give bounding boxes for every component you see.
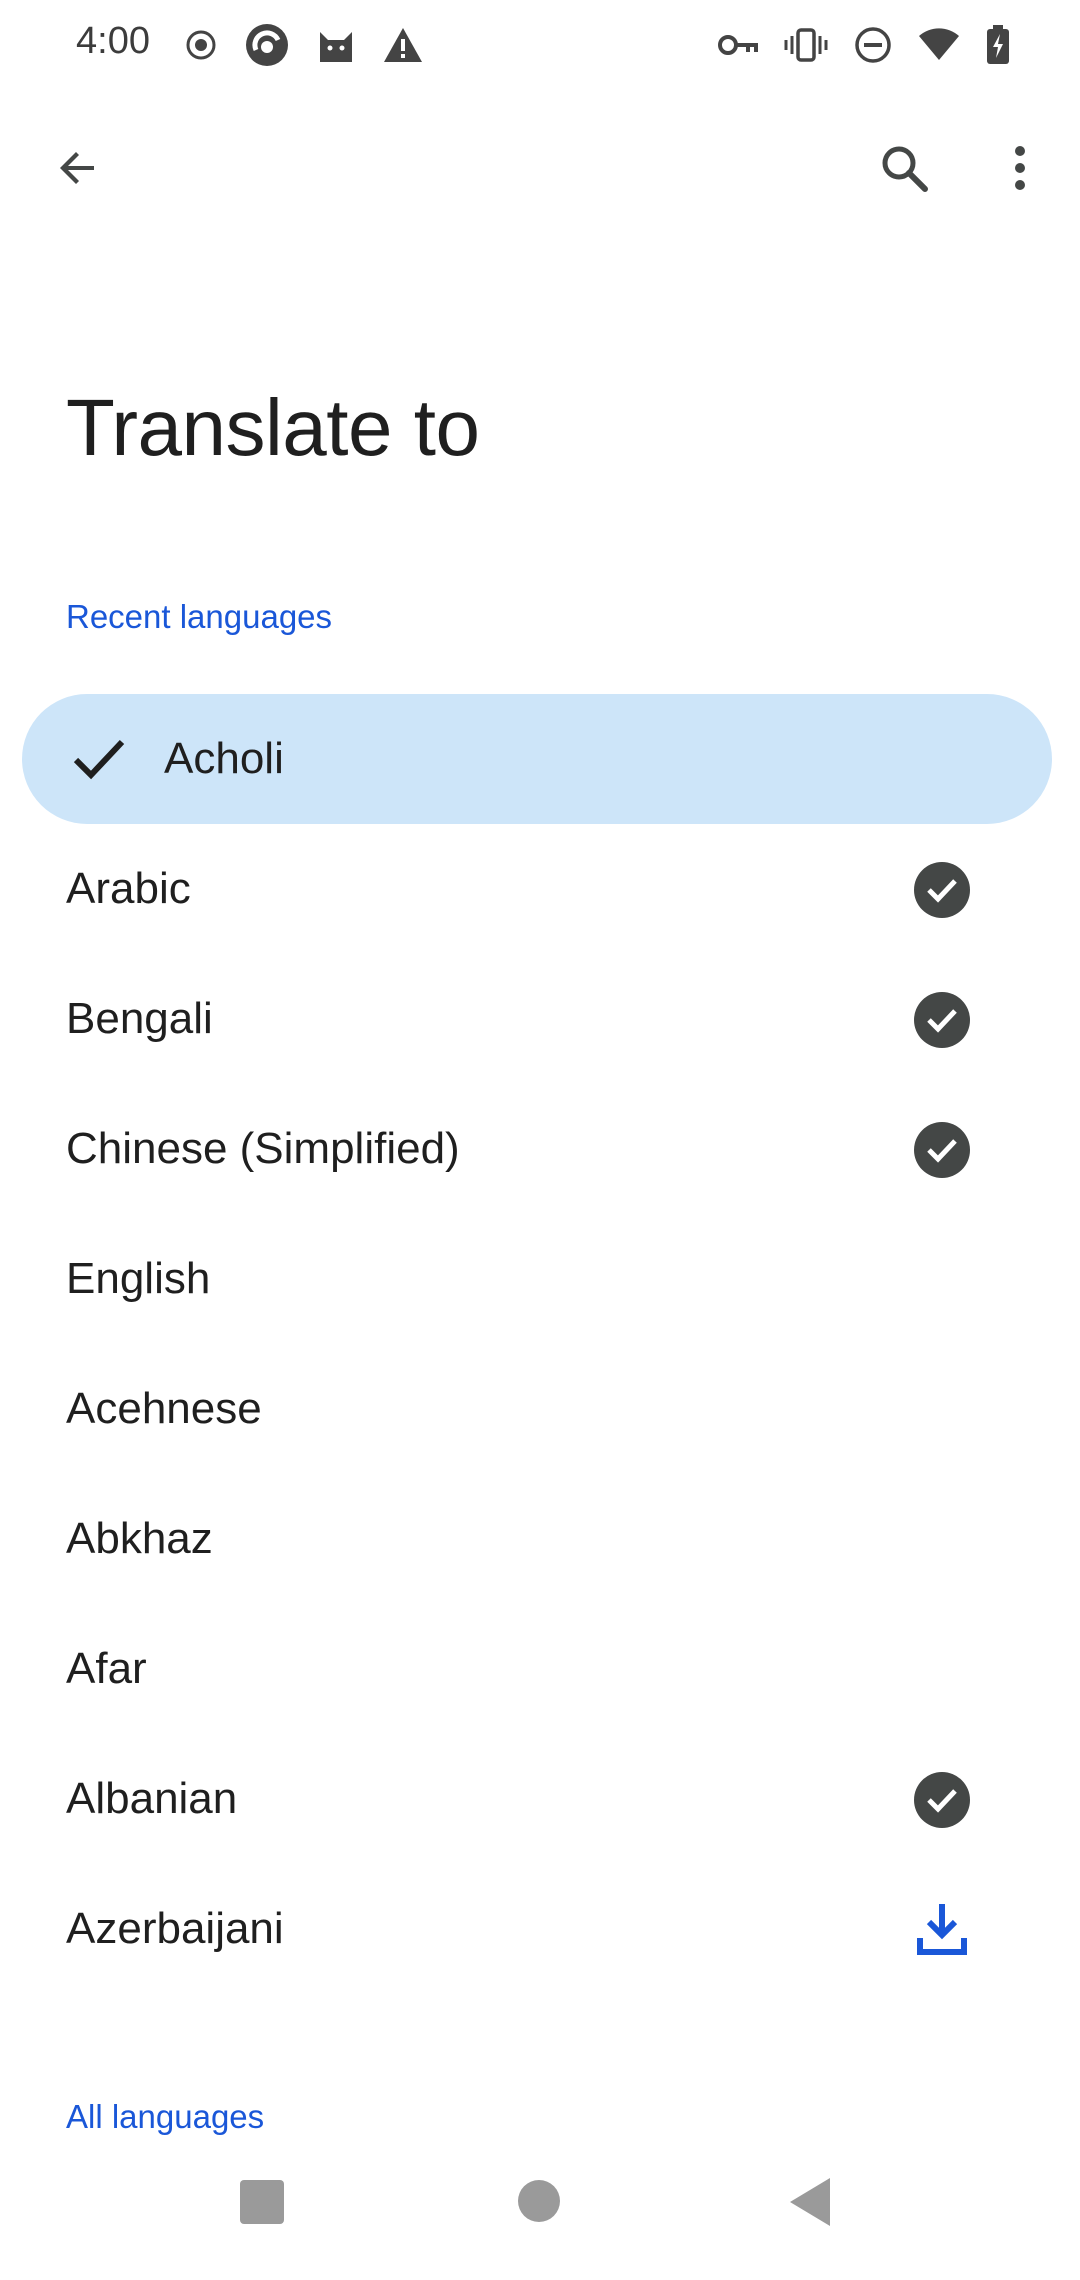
download-icon	[914, 1904, 970, 1962]
language-label: Azerbaijani	[66, 1904, 284, 1953]
cat-icon	[316, 26, 356, 64]
app-icon	[244, 22, 290, 68]
home-circle-icon[interactable]	[518, 2180, 560, 2222]
section-label-recent: Recent languages	[66, 598, 333, 635]
download-button[interactable]	[914, 1900, 970, 1958]
downloaded-check-icon	[914, 992, 970, 1048]
recents-square-icon[interactable]	[240, 2180, 284, 2224]
back-triangle-icon[interactable]	[790, 2178, 830, 2226]
language-label: Afar	[66, 1644, 147, 1693]
language-row-english[interactable]: English	[0, 1214, 1080, 1344]
language-row-afar[interactable]: Afar	[0, 1604, 1080, 1734]
check-icon	[72, 734, 126, 784]
language-label: English	[66, 1254, 211, 1303]
language-label: Acehnese	[66, 1384, 262, 1433]
arrow-back-icon	[54, 144, 102, 197]
language-row-bengali[interactable]: Bengali	[0, 954, 1080, 1084]
status-time: 4:00	[76, 20, 150, 62]
downloaded-check-icon	[914, 862, 970, 918]
language-label: Acholi	[164, 734, 284, 783]
section-label-all: All languages	[66, 2098, 265, 2135]
status-left-icons	[184, 22, 424, 68]
status-bar: 4:00	[0, 0, 1080, 90]
language-label: Bengali	[66, 994, 213, 1043]
downloaded-check-icon	[914, 1122, 970, 1178]
language-label: Albanian	[66, 1774, 238, 1823]
dnd-icon	[854, 26, 892, 64]
language-row-acehnese[interactable]: Acehnese	[0, 1344, 1080, 1474]
vpn-key-icon	[718, 32, 758, 58]
page-title: Translate to	[66, 383, 480, 472]
search-button[interactable]	[856, 122, 952, 218]
language-label: Chinese (Simplified)	[66, 1124, 460, 1173]
wifi-icon	[918, 28, 960, 62]
search-icon	[878, 142, 930, 199]
language-row-chinese-simplified[interactable]: Chinese (Simplified)	[0, 1084, 1080, 1214]
language-row-albanian[interactable]: Albanian	[0, 1734, 1080, 1864]
back-button[interactable]	[30, 122, 126, 218]
language-row-arabic[interactable]: Arabic	[0, 824, 1080, 954]
language-list: Acholi Arabic Bengali Chinese (Simplifie…	[0, 694, 1080, 1994]
system-nav-bar	[0, 2150, 1080, 2280]
more-options-button[interactable]	[972, 122, 1068, 218]
warning-icon	[382, 26, 424, 64]
top-app-bar	[0, 110, 1080, 230]
vibrate-icon	[784, 27, 828, 63]
language-row-abkhaz[interactable]: Abkhaz	[0, 1474, 1080, 1604]
downloaded-check-icon	[914, 1772, 970, 1828]
status-right-icons	[718, 22, 1010, 68]
more-vert-icon	[1012, 144, 1028, 197]
language-row-acholi[interactable]: Acholi	[0, 694, 1080, 824]
record-icon	[184, 28, 218, 62]
language-label: Abkhaz	[66, 1514, 213, 1563]
language-label: Arabic	[66, 864, 191, 913]
language-row-azerbaijani[interactable]: Azerbaijani	[0, 1864, 1080, 1994]
battery-charging-icon	[986, 25, 1010, 65]
